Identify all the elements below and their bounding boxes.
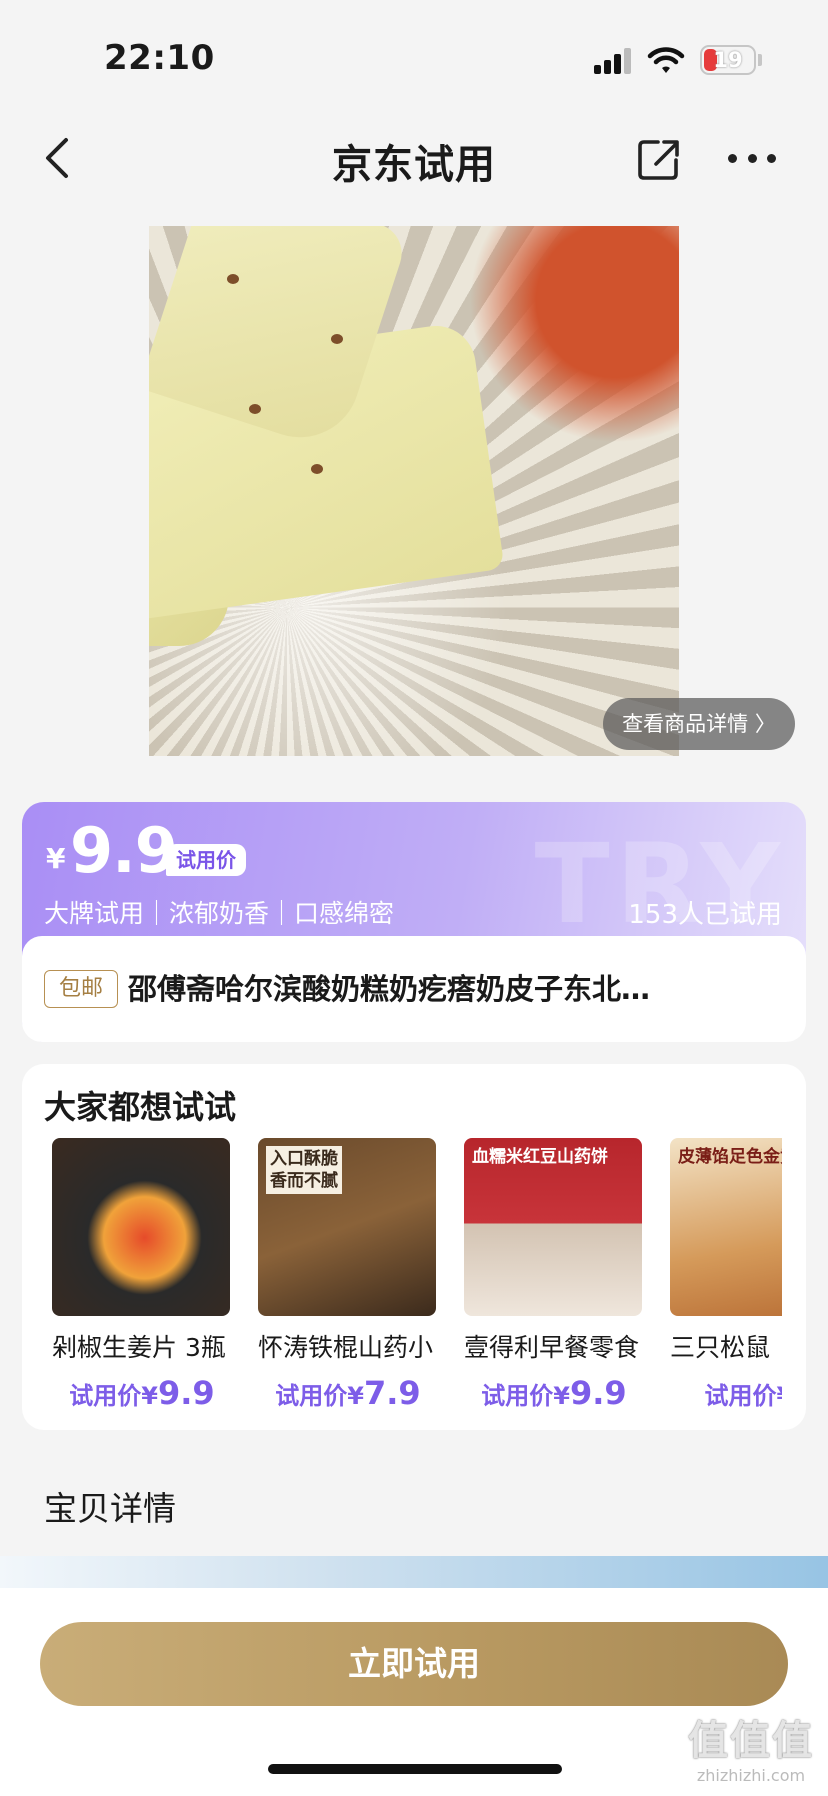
recommend-list[interactable]: 剁椒生姜片 3瓶 试用价¥9.9 入口酥脆 香而不腻 怀涛铁棍山药小 试用价¥7… — [46, 1138, 782, 1428]
status-time: 22:10 — [104, 38, 215, 78]
product-image[interactable] — [149, 226, 679, 756]
free-shipping-badge: 包邮 — [44, 970, 118, 1008]
battery-icon: 19 — [700, 45, 756, 75]
product-name: 邵傅斋哈尔滨酸奶糕奶疙瘩奶皮子东北… — [128, 972, 651, 1006]
detail-section-title: 宝贝详情 — [44, 1489, 176, 1528]
tried-count: 153人已试用 — [628, 900, 782, 930]
recommend-item[interactable]: 血糯米红豆山药饼 壹得利早餐零食 试用价¥9.9 — [464, 1138, 644, 1418]
trial-price: 9.9 — [70, 814, 178, 887]
recommend-item-name: 壹得利早餐零食 — [464, 1333, 640, 1362]
recommend-item-name: 怀涛铁棍山药小 — [258, 1333, 434, 1362]
recommend-thumbnail: 皮薄馅足色金黄 — [670, 1138, 782, 1316]
watermark-logo: 值值值 — [688, 1718, 814, 1764]
raisin — [311, 464, 323, 474]
recommend-item-name: 三只松鼠 — [670, 1333, 771, 1362]
view-details-button[interactable]: 查看商品详情 〉 — [603, 698, 795, 750]
recommend-item-price: 试用价¥7.9 — [275, 1374, 421, 1412]
thumbnail-caption: 皮薄馅足色金黄 — [678, 1147, 782, 1167]
detail-banner-strip — [0, 1556, 828, 1592]
share-icon[interactable] — [636, 136, 682, 182]
recommend-item[interactable]: 皮薄馅足色金黄 三只松鼠 试用价¥1 — [670, 1138, 782, 1418]
recommend-item[interactable]: 入口酥脆 香而不腻 怀涛铁棍山药小 试用价¥7.9 — [258, 1138, 438, 1418]
recommend-item[interactable]: 剁椒生姜片 3瓶 试用价¥9.9 — [52, 1138, 232, 1418]
recommend-item-name: 剁椒生姜片 3瓶 — [52, 1333, 226, 1362]
trial-price-badge: 试用价 — [166, 844, 246, 876]
site-watermark: 值值值 zhizhizhi.com — [678, 1708, 824, 1785]
recommend-item-price: 试用价¥1 — [704, 1382, 782, 1410]
page-title: 京东试用 — [332, 142, 496, 188]
try-now-button[interactable]: 立即试用 — [40, 1622, 788, 1706]
thumbnail-caption: 入口酥脆 香而不腻 — [266, 1146, 342, 1194]
price-currency: ¥ — [46, 842, 66, 875]
raisin — [227, 274, 239, 284]
thumbnail-caption: 血糯米红豆山药饼 — [472, 1147, 608, 1167]
recommend-item-price: 试用价¥9.9 — [481, 1374, 627, 1412]
watermark-text: zhizhizhi.com — [696, 1766, 806, 1785]
cellular-signal-icon — [594, 48, 634, 74]
product-tagline: 大牌试用｜浓郁奶香｜口感绵密 — [44, 899, 395, 928]
battery-cap — [758, 54, 762, 66]
recommend-thumbnail: 入口酥脆 香而不腻 — [258, 1138, 436, 1316]
wifi-icon — [647, 47, 685, 73]
raisin — [249, 404, 261, 414]
recommend-title: 大家都想试试 — [44, 1088, 237, 1126]
recommend-thumbnail — [52, 1138, 230, 1316]
recommend-item-price: 试用价¥9.9 — [69, 1374, 215, 1412]
recommend-thumbnail: 血糯米红豆山药饼 — [464, 1138, 642, 1316]
home-indicator — [268, 1764, 562, 1774]
raisin — [331, 334, 343, 344]
battery-level: 19 — [713, 48, 743, 72]
more-icon[interactable] — [728, 148, 776, 168]
